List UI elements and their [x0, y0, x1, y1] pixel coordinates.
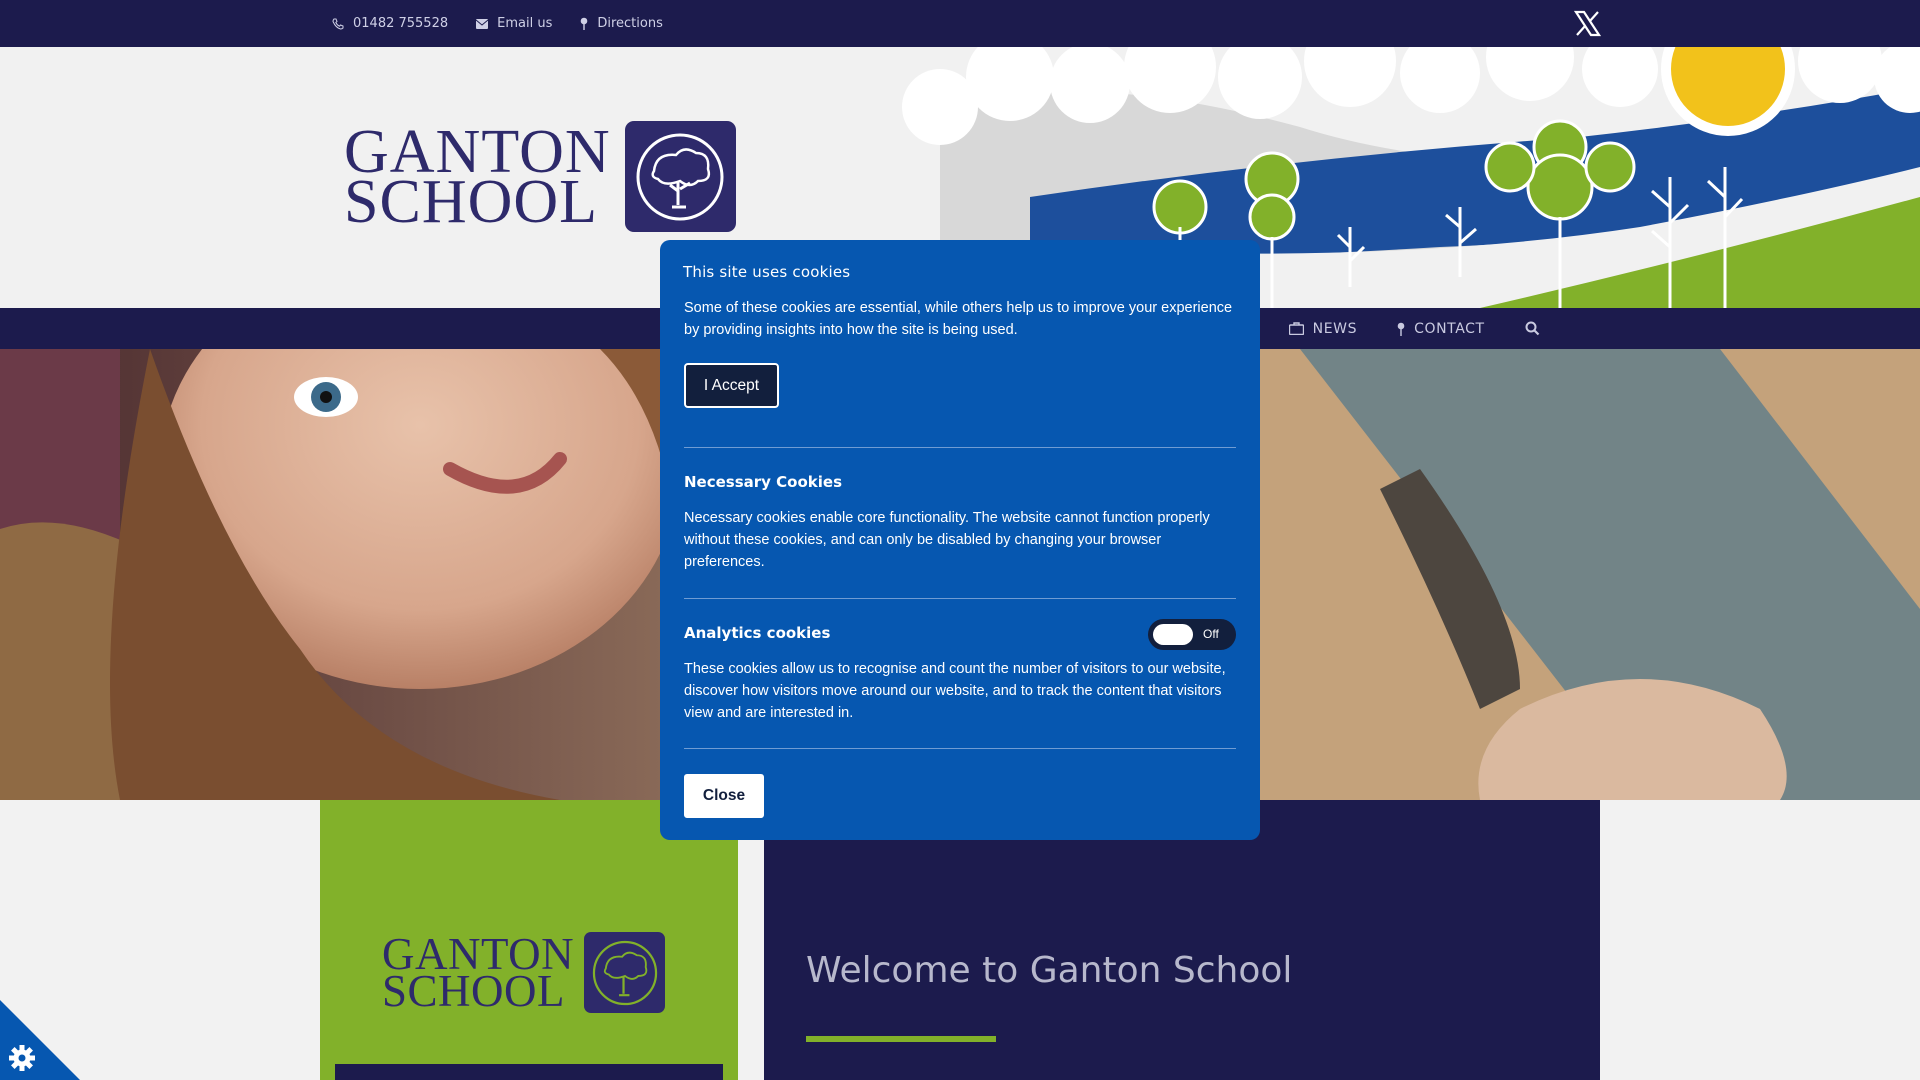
toggle-knob [1153, 624, 1193, 645]
toggle-state: Off [1203, 627, 1219, 641]
accept-cookies-button[interactable]: I Accept [684, 363, 779, 408]
search-icon[interactable] [1525, 321, 1540, 336]
cookie-dialog-intro: Some of these cookies are essential, whi… [684, 300, 1233, 338]
tree-emblem-icon [624, 121, 736, 232]
logo-line-2: SCHOOL [382, 965, 566, 1016]
cookie-dialog-title: This site uses cookies [683, 263, 851, 281]
phone-number: 01482 755528 [353, 16, 449, 31]
email-link[interactable]: Email us [476, 16, 552, 31]
panel-strip [335, 1064, 723, 1080]
contact-links: 01482 755528 Email us Directions [332, 0, 663, 47]
welcome-heading: Welcome to Ganton School [806, 950, 1293, 991]
divider [684, 748, 1236, 749]
nav-item-label: CONTACT [1414, 320, 1485, 337]
nav-item-news[interactable]: NEWS [1288, 320, 1358, 337]
map-pin-icon [581, 17, 588, 30]
envelope-icon [476, 18, 489, 29]
briefcase-icon [1288, 322, 1304, 335]
logo-wordmark: GANTON SCHOOL [382, 931, 574, 1016]
green-logo-panel: GANTON SCHOOL [320, 800, 738, 1080]
welcome-panel: Welcome to Ganton School [764, 800, 1600, 1080]
panel-logo: GANTON SCHOOL [382, 931, 666, 1016]
school-logo[interactable]: GANTON SCHOOL [344, 121, 736, 236]
cookie-settings-icon[interactable] [0, 1000, 80, 1080]
map-pin-icon [1397, 322, 1405, 336]
directions-label: Directions [597, 16, 663, 31]
top-bar: 01482 755528 Email us Directions [0, 0, 1920, 47]
logo-line-2: SCHOOL [344, 167, 599, 236]
tree-emblem-icon [584, 932, 666, 1013]
analytics-cookies-toggle[interactable]: Off [1148, 619, 1236, 650]
divider [684, 447, 1236, 448]
phone-icon [332, 18, 344, 30]
logo-wordmark: GANTON SCHOOL [344, 121, 611, 236]
cookie-consent-dialog: This site uses cookies Some of these coo… [660, 240, 1260, 840]
heading-underline [806, 1036, 996, 1042]
email-label: Email us [497, 16, 553, 31]
nav-links: TS NEWS CONTACT [1230, 308, 1540, 349]
directions-link[interactable]: Directions [580, 16, 663, 31]
x-twitter-icon[interactable] [1574, 10, 1601, 37]
phone-link[interactable]: 01482 755528 [332, 16, 448, 31]
nav-item-label: NEWS [1312, 320, 1358, 337]
close-button[interactable]: Close [684, 774, 764, 818]
analytics-cookies-title: Analytics cookies [684, 624, 831, 642]
analytics-cookies-text: These cookies allow us to recognise and … [684, 661, 1226, 721]
nav-item-contact[interactable]: CONTACT [1397, 321, 1485, 337]
necessary-cookies-text: Necessary cookies enable core functional… [684, 510, 1210, 570]
intro-section: GANTON SCHOOL Welcome to Ganton School [0, 800, 1920, 1080]
divider [684, 598, 1236, 599]
necessary-cookies-title: Necessary Cookies [684, 473, 843, 491]
